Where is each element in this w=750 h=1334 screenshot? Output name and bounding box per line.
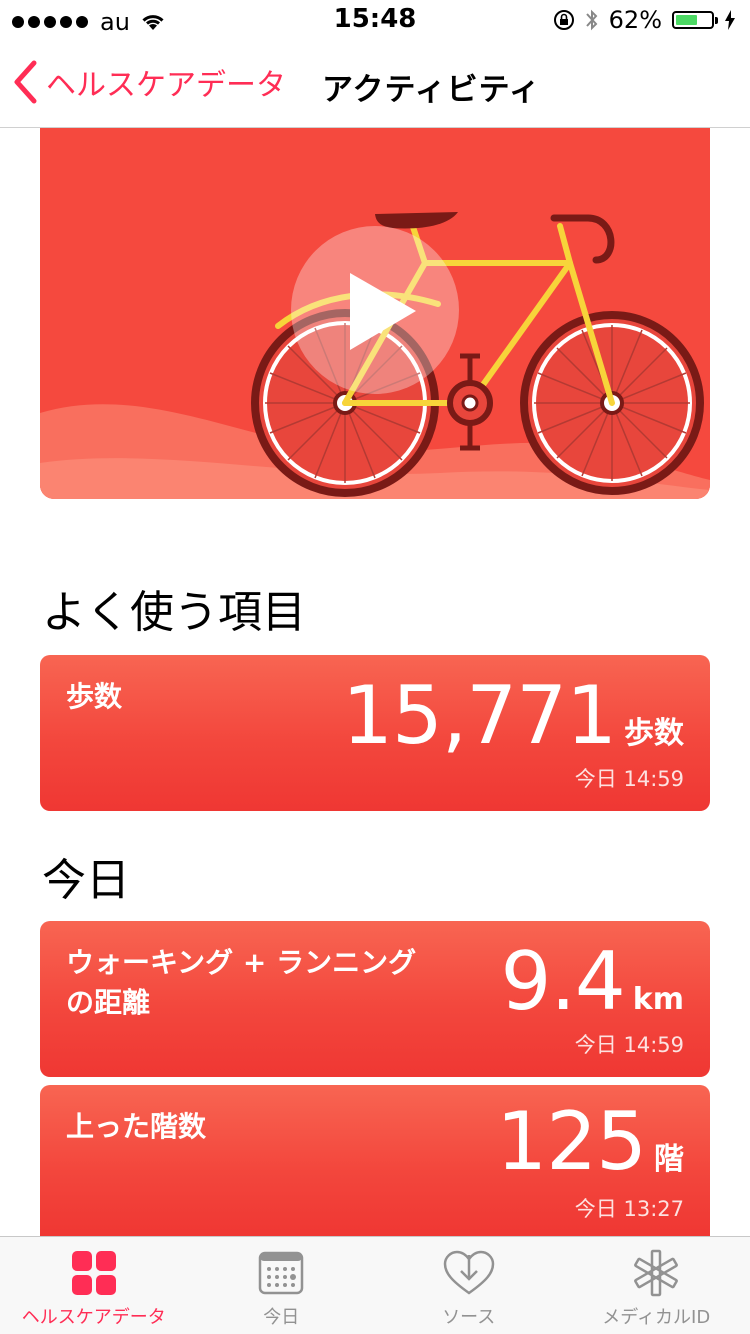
health-data-grid-icon: [71, 1251, 116, 1295]
favorites-section-title: よく使う項目: [42, 587, 306, 638]
orientation-lock-icon: [553, 10, 574, 30]
charging-bolt-icon: [725, 10, 735, 30]
calendar-icon: [259, 1251, 304, 1295]
tab-health-data[interactable]: ヘルスケアデータ: [0, 1237, 188, 1334]
card-value: 15,771: [342, 669, 617, 762]
bluetooth-icon: [585, 9, 598, 31]
sources-heart-icon: [443, 1250, 495, 1295]
back-button[interactable]: ヘルスケアデータ: [12, 60, 286, 104]
page-title: アクティビティ: [322, 72, 541, 108]
card-unit: 階: [654, 1142, 684, 1177]
tab-label: メディカルID: [602, 1307, 711, 1328]
activity-video-banner[interactable]: [40, 128, 710, 499]
battery-percent: 62%: [608, 6, 662, 34]
card-value-group: 15,771 歩数: [342, 669, 684, 762]
card-value-group: 125 階: [496, 1095, 684, 1188]
card-timestamp: 今日 14:59: [574, 767, 684, 791]
card-label: 上った階数: [66, 1110, 207, 1143]
card-unit: km: [632, 982, 684, 1017]
card-value-group: 9.4 km: [501, 935, 684, 1028]
chevron-left-icon: [14, 60, 37, 104]
distance-card[interactable]: ウォーキング + ランニング の距離 9.4 km 今日 14:59: [40, 921, 710, 1077]
today-section-title: 今日: [42, 855, 130, 906]
tab-label: 今日: [263, 1307, 300, 1328]
status-right: 62%: [553, 6, 736, 34]
card-label: 歩数: [66, 680, 123, 713]
tab-today[interactable]: 今日: [188, 1237, 376, 1334]
steps-card[interactable]: 歩数 15,771 歩数 今日 14:59: [40, 655, 710, 811]
tab-medical-id[interactable]: メディカルID: [563, 1237, 750, 1334]
tab-sources[interactable]: ソース: [375, 1237, 563, 1334]
card-unit: 歩数: [624, 716, 684, 751]
back-button-label: ヘルスケアデータ: [46, 68, 286, 103]
bicycle-illustration: [40, 212, 710, 499]
card-timestamp: 今日 13:27: [574, 1197, 684, 1221]
card-value: 125: [496, 1095, 647, 1188]
card-timestamp: 今日 14:59: [574, 1033, 684, 1057]
flights-climbed-card[interactable]: 上った階数 125 階 今日 13:27: [40, 1085, 710, 1236]
tab-label: ヘルスケアデータ: [21, 1307, 166, 1328]
navigation-bar: ヘルスケアデータ アクティビティ: [0, 40, 750, 128]
tab-bar: ヘルスケアデータ 今日 ソース メディカルID: [0, 1236, 750, 1334]
card-value: 9.4: [500, 935, 626, 1028]
card-label: ウォーキング + ランニング の距離: [66, 946, 417, 1019]
tab-label: ソース: [442, 1307, 496, 1328]
battery-icon: [672, 11, 718, 29]
play-button-icon[interactable]: [291, 226, 459, 394]
battery-level: [676, 15, 697, 25]
medical-id-asterisk-icon: [634, 1249, 679, 1297]
status-bar: au 15:48 62%: [0, 0, 750, 40]
